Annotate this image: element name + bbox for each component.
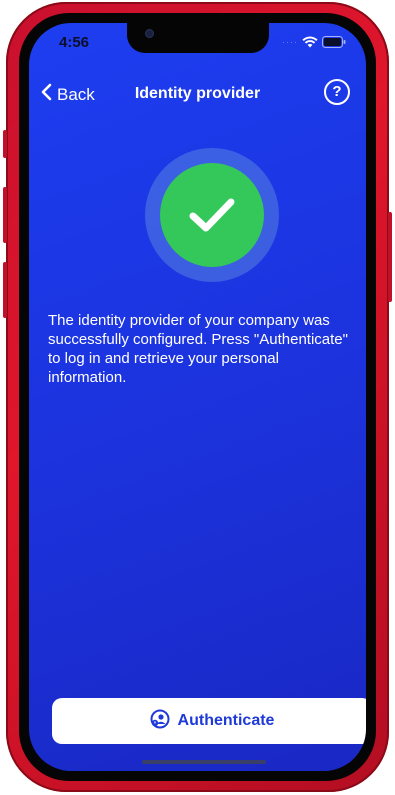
- page-title: Identity provider: [134, 85, 261, 102]
- battery-icon: [322, 36, 346, 48]
- phone-frame: 4:56 ···· Back Identity provider ? The i…: [3, 2, 392, 792]
- help-button[interactable]: ?: [324, 79, 350, 105]
- navigation-bar: Back Identity provider ?: [29, 79, 366, 109]
- checkmark-icon: [189, 198, 235, 232]
- success-message: The identity provider of your company wa…: [48, 312, 348, 386]
- user-key-icon: [150, 709, 170, 734]
- mute-switch: [3, 130, 7, 158]
- signal-icon: ····: [282, 37, 298, 47]
- success-badge: [145, 148, 279, 282]
- status-indicators: ····: [282, 36, 346, 48]
- bezel: 4:56 ···· Back Identity provider ? The i…: [19, 13, 376, 781]
- camera-icon: [145, 29, 154, 38]
- home-indicator[interactable]: [142, 760, 266, 764]
- notch: [127, 23, 269, 53]
- authenticate-button[interactable]: Authenticate: [52, 698, 366, 744]
- screen: 4:56 ···· Back Identity provider ? The i…: [29, 23, 366, 771]
- power-button: [388, 212, 392, 302]
- authenticate-label: Authenticate: [177, 712, 275, 729]
- wifi-icon: [302, 36, 318, 48]
- question-mark-icon: ?: [332, 83, 342, 100]
- volume-down-button: [3, 262, 7, 318]
- volume-up-button: [3, 187, 7, 243]
- status-time: 4:56: [59, 34, 90, 51]
- success-circle: [160, 163, 264, 267]
